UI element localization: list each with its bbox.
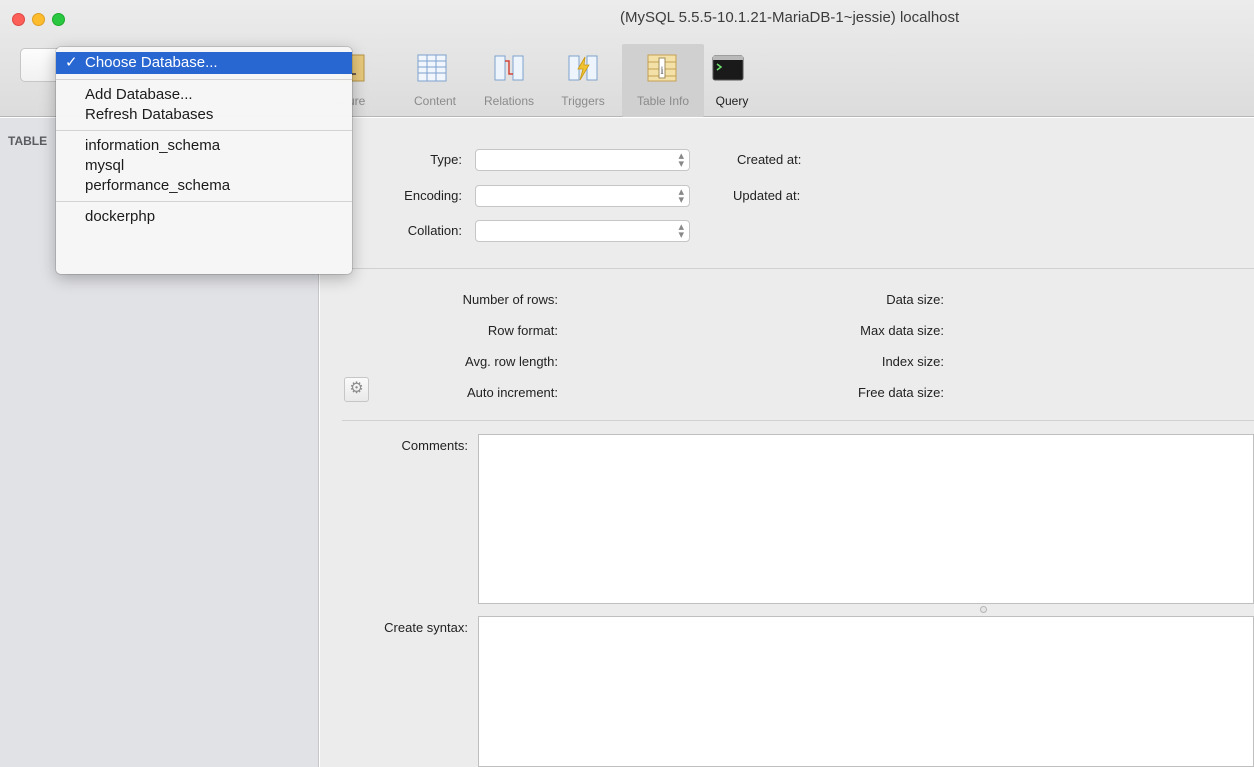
encoding-label: Encoding:	[404, 188, 462, 203]
close-window-button[interactable]	[12, 13, 25, 26]
max-data-size-label: Max data size:	[860, 323, 944, 338]
tab-triggers-label: Triggers	[561, 94, 605, 108]
collation-select[interactable]: ▴ ▾	[475, 220, 690, 242]
divider	[342, 420, 1254, 421]
row-format-label: Row format:	[487, 323, 558, 338]
content-table-icon	[417, 54, 447, 82]
number-of-rows-label: Number of rows:	[462, 292, 558, 307]
menu-item-label: mysql	[85, 157, 125, 174]
menu-item-database[interactable]: information_schema	[56, 136, 352, 156]
menu-item-database[interactable]: dockerphp	[56, 207, 352, 227]
zoom-window-button[interactable]	[52, 13, 65, 26]
menu-item-refresh-databases[interactable]: Refresh Databases	[56, 105, 352, 125]
free-data-size-label: Free data size:	[858, 385, 944, 400]
table-info-panel: Type: ▴ ▾ Encoding: ▴ ▾ Collation: ▴ ▾ Crea…	[320, 118, 1254, 767]
select-arrows-icon: ▴ ▾	[678, 186, 684, 206]
auto-increment-label: Auto increment:	[466, 385, 558, 400]
triggers-icon	[568, 55, 598, 81]
menu-item-label: Choose Database...	[85, 54, 218, 71]
type-select[interactable]: ▴ ▾	[475, 149, 690, 171]
tab-relations-label: Relations	[483, 94, 535, 108]
relations-icon	[494, 55, 524, 81]
split-view-handle[interactable]	[980, 606, 987, 613]
tab-table-info[interactable]: i Table Info	[622, 44, 704, 117]
gear-icon[interactable]: ⚙	[344, 377, 369, 402]
menu-item-add-database[interactable]: Add Database...	[56, 85, 352, 105]
menu-item-label: Add Database...	[85, 86, 193, 103]
menu-item-database[interactable]: performance_schema	[56, 176, 352, 196]
select-arrows-icon: ▴ ▾	[678, 221, 684, 241]
updated-at-label: Updated at:	[733, 188, 801, 203]
checkmark-icon: ✓	[65, 54, 78, 71]
tab-query-label: Query	[715, 94, 749, 108]
comments-textarea[interactable]	[478, 434, 1254, 604]
terminal-icon	[712, 55, 744, 81]
divider	[320, 268, 1254, 269]
menu-separator	[56, 79, 352, 80]
avg-row-length-label: Avg. row length:	[465, 354, 558, 369]
tab-table-info-label: Table Info	[636, 94, 690, 108]
menu-item-label: performance_schema	[85, 177, 231, 194]
select-arrows-icon: ▴ ▾	[678, 150, 684, 170]
menu-separator	[56, 201, 352, 202]
tab-content[interactable]: Content	[404, 44, 466, 117]
sidebar-header: TABLE	[8, 134, 48, 148]
index-size-label: Index size:	[881, 354, 944, 369]
create-syntax-textarea[interactable]	[478, 616, 1254, 767]
menu-item-label: dockerphp	[85, 208, 156, 225]
menu-item-label: Refresh Databases	[85, 106, 214, 123]
menu-item-database[interactable]: mysql	[56, 156, 352, 176]
window-title: (MySQL 5.5.5-10.1.21-MariaDB-1~jessie) l…	[620, 9, 960, 26]
tab-content-label: Content	[413, 94, 457, 108]
choose-database-menu: ✓ Choose Database... Add Database... Ref…	[56, 47, 352, 274]
encoding-select[interactable]: ▴ ▾	[475, 185, 690, 207]
data-size-label: Data size:	[886, 292, 944, 307]
tab-triggers[interactable]: Triggers	[550, 44, 616, 117]
tab-query[interactable]: Query	[706, 44, 758, 117]
menu-item-choose-database[interactable]: ✓ Choose Database...	[56, 52, 352, 74]
collation-label: Collation:	[407, 223, 462, 238]
type-label: Type:	[430, 152, 462, 167]
tab-relations[interactable]: Relations	[474, 44, 544, 117]
created-at-label: Created at:	[737, 152, 802, 167]
menu-item-label: information_schema	[85, 137, 221, 154]
menu-separator	[56, 130, 352, 131]
table-info-icon: i	[647, 54, 677, 82]
create-syntax-label: Create syntax:	[384, 620, 468, 635]
minimize-window-button[interactable]	[32, 13, 45, 26]
comments-label: Comments:	[401, 438, 468, 453]
